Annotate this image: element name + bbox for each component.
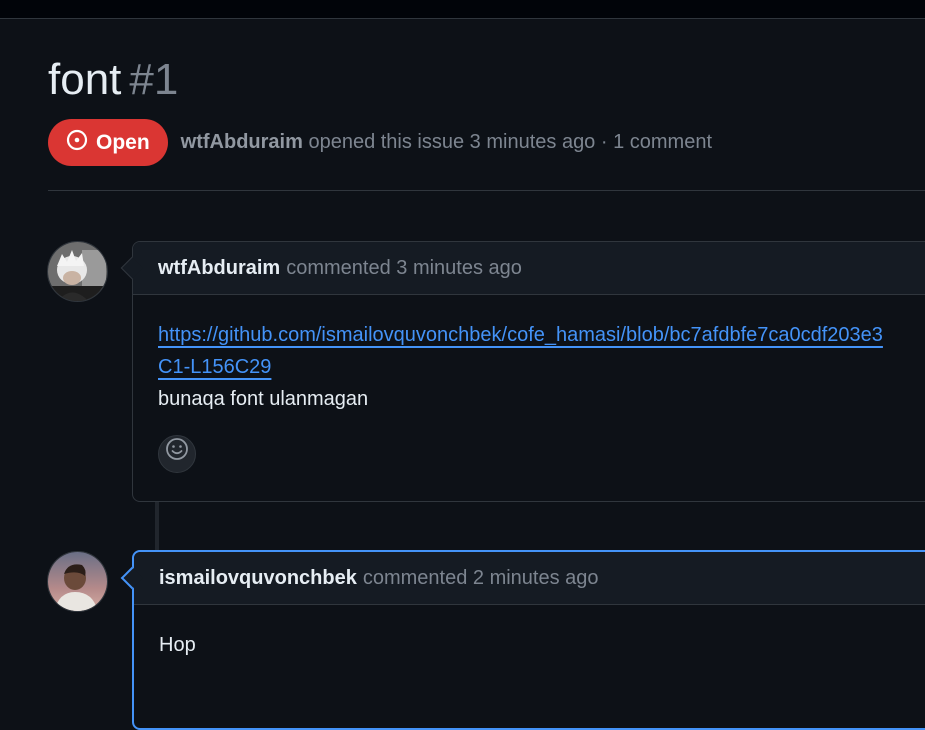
issue-state-label: Open	[96, 130, 150, 154]
comment-body: Hop	[134, 605, 925, 661]
comment-header: ismailovquvonchbek commented 2 minutes a…	[134, 552, 925, 605]
issue-title-row: font #1	[48, 52, 178, 108]
comment-card-1: wtfAbduraim commented 3 minutes ago http…	[120, 241, 925, 502]
avatar-ismailovquvonchbek[interactable]	[47, 551, 108, 612]
issue-number: #1	[129, 55, 179, 104]
comment-timestamp[interactable]: commented 3 minutes ago	[286, 257, 522, 280]
avatar-wtfabduraim[interactable]	[47, 241, 108, 302]
comment-body: https://github.com/ismailovquvonchbek/co…	[133, 295, 925, 473]
comment-timestamp[interactable]: commented 2 minutes ago	[363, 567, 599, 590]
add-reaction-button[interactable]	[158, 435, 196, 473]
smiley-icon	[165, 437, 189, 471]
permalink-line-2[interactable]: C1-L156C29	[158, 351, 271, 383]
issue-meta: wtfAbduraim opened this issue 3 minutes …	[181, 131, 712, 154]
comment-author-link[interactable]: wtfAbduraim	[158, 257, 280, 280]
issue-state-row: Open wtfAbduraim opened this issue 3 min…	[48, 119, 712, 166]
comment-card-2: ismailovquvonchbek commented 2 minutes a…	[120, 550, 925, 730]
issue-title: font	[48, 55, 122, 104]
issue-opened-icon	[66, 129, 88, 157]
issue-meta-text: opened this issue 3 minutes ago · 1 comm…	[308, 131, 713, 153]
comment-text: Hop	[159, 634, 196, 656]
comment-header: wtfAbduraim commented 3 minutes ago	[133, 242, 925, 295]
permalink-line-1[interactable]: https://github.com/ismailovquvonchbek/co…	[158, 319, 925, 351]
issue-author-link[interactable]: wtfAbduraim	[181, 131, 303, 153]
top-navigation-bar	[0, 0, 925, 19]
timeline-connector	[155, 502, 159, 550]
header-divider	[48, 190, 925, 191]
issue-state-badge: Open	[48, 119, 168, 166]
comment-author-link[interactable]: ismailovquvonchbek	[159, 567, 357, 590]
comment-text: bunaqa font ulanmagan	[158, 388, 369, 410]
